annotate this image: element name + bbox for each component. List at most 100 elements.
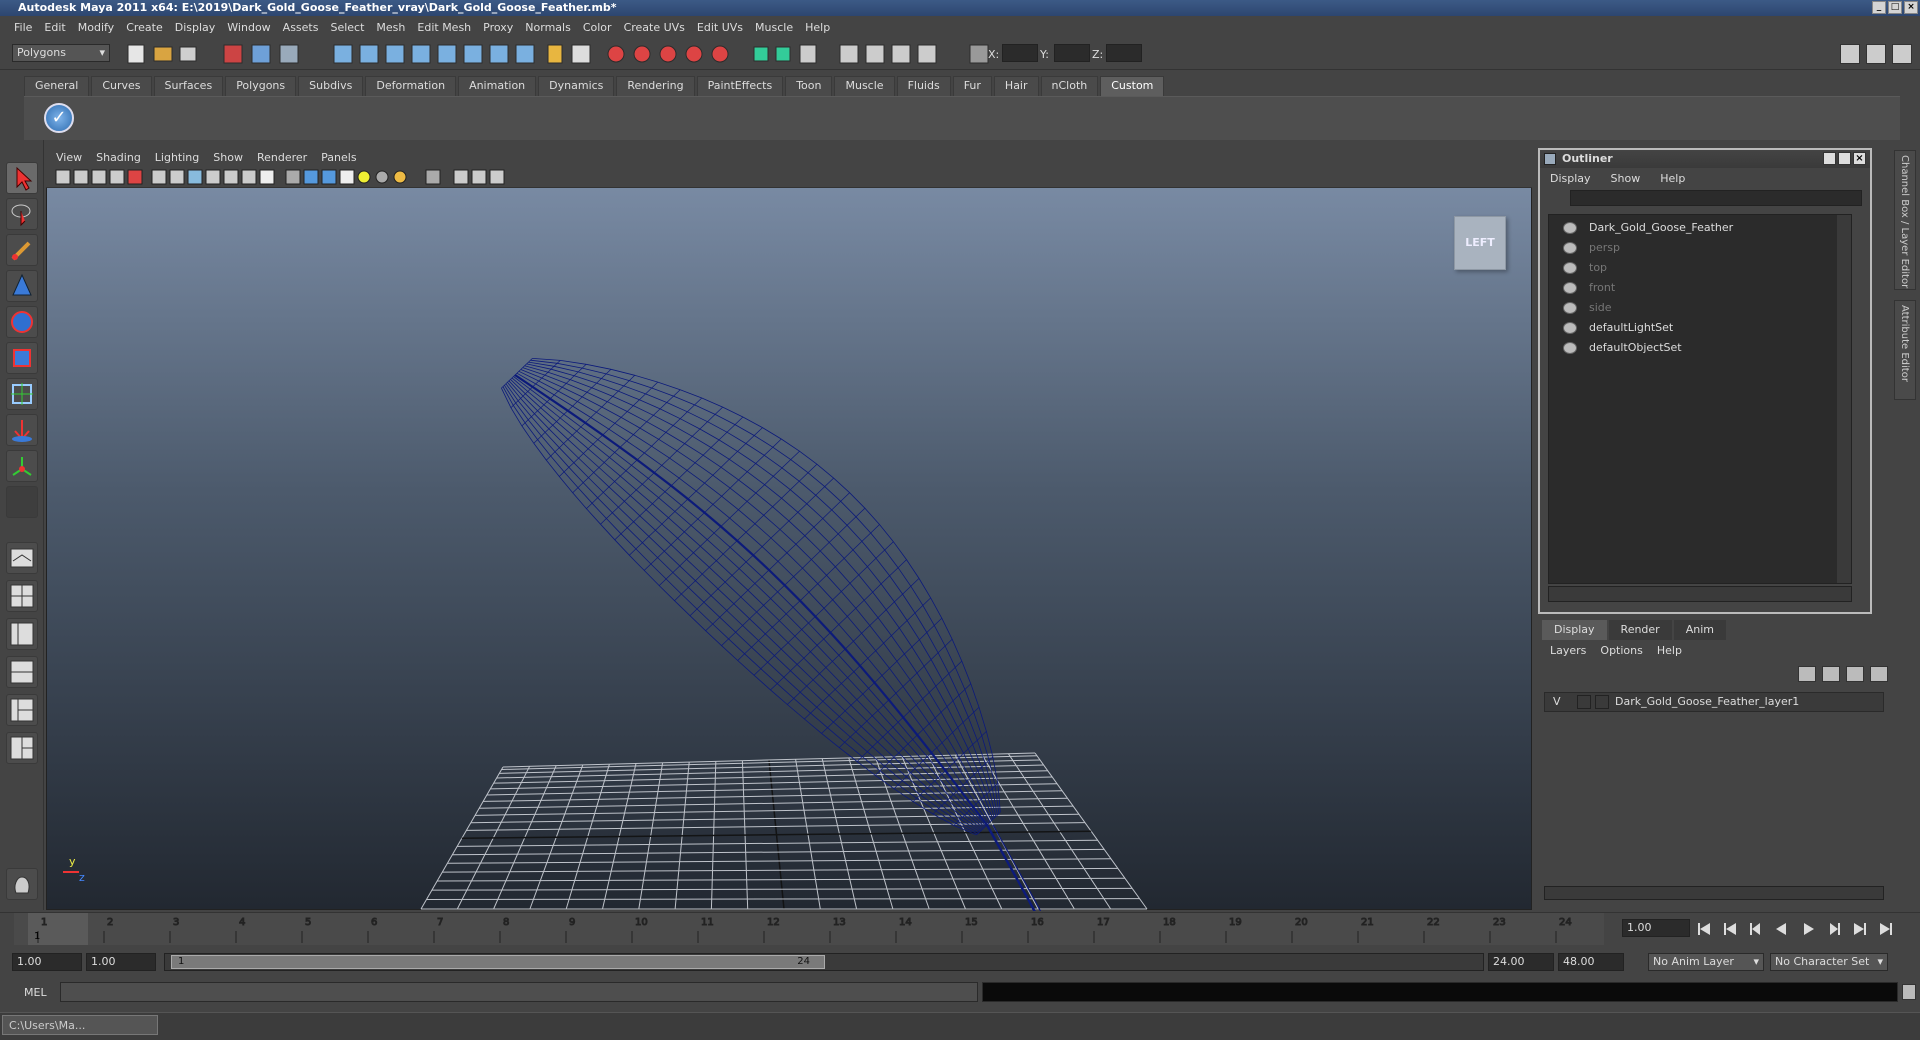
tab-dynamics[interactable]: Dynamics (538, 76, 615, 96)
perspective-viewport[interactable]: y z (46, 148, 1533, 911)
menu-assets[interactable]: Assets (277, 21, 325, 34)
layers-menu-layers[interactable]: Layers (1550, 644, 1586, 657)
menu-mesh[interactable]: Mesh (370, 21, 411, 34)
layer-type-toggle[interactable] (1577, 695, 1591, 709)
tab-subdivs[interactable]: Subdivs (298, 76, 364, 96)
time-slider[interactable]: 1 2 3 4 5 6 7 8 9 10 11 12 13 14 15 16 17 18 19 20 21 22 23 24 … (0, 912, 1920, 945)
playback-start-field[interactable]: 1.00 (86, 953, 156, 971)
playback-end-field[interactable]: 24.00 (1488, 953, 1554, 971)
tab-polygons[interactable]: Polygons (225, 76, 297, 96)
menu-set-dropdown[interactable]: Polygons ▾ (12, 44, 110, 62)
mel-label[interactable]: MEL (24, 986, 47, 999)
paint-select-tool-icon[interactable] (6, 234, 38, 266)
menu-edit[interactable]: Edit (38, 21, 71, 34)
soft-modification-icon[interactable] (6, 414, 38, 446)
menu-edit-mesh[interactable]: Edit Mesh (411, 21, 477, 34)
layer-visibility-toggle[interactable]: V (1553, 693, 1561, 711)
tab-deformation[interactable]: Deformation (365, 76, 457, 96)
tab-anim-layers[interactable]: Anim (1673, 620, 1726, 640)
move-layer-up-icon[interactable] (1846, 666, 1864, 682)
menu-color[interactable]: Color (577, 21, 618, 34)
channel-box-toggle-icon[interactable] (1840, 44, 1860, 64)
tool-settings-toggle-icon[interactable] (1892, 44, 1912, 64)
outliner-menu-help[interactable]: Help (1660, 172, 1685, 185)
outliner-menu-display[interactable]: Display (1550, 172, 1591, 185)
menu-muscle[interactable]: Muscle (749, 21, 799, 34)
tab-ncloth[interactable]: nCloth (1040, 76, 1099, 96)
tab-surfaces[interactable]: Surfaces (153, 76, 224, 96)
animation-start-field[interactable]: 1.00 (12, 953, 82, 971)
outliner-persp-layout-icon[interactable] (6, 618, 38, 650)
menu-window[interactable]: Window (221, 21, 276, 34)
outliner-menu-show[interactable]: Show (1611, 172, 1641, 185)
time-slider-ruler[interactable]: 1 2 3 4 5 6 7 8 9 10 11 12 13 14 15 16 17 18 19 20 21 22 23 24 (0, 913, 1610, 945)
gesture-hand-icon[interactable] (6, 868, 38, 900)
list-item[interactable]: persp (1563, 239, 1620, 257)
list-item[interactable]: defaultLightSet (1563, 319, 1673, 337)
tab-fur[interactable]: Fur (952, 76, 992, 96)
layer-color-swatch[interactable] (1595, 695, 1609, 709)
menu-edit-uvs[interactable]: Edit UVs (691, 21, 749, 34)
y-input[interactable] (1054, 44, 1090, 62)
move-tool-icon[interactable] (6, 270, 38, 302)
layer-editor-scrollbar[interactable] (1544, 886, 1884, 900)
minimized-window[interactable]: C:\Users\Ma... (2, 1015, 158, 1035)
viewport-menu-lighting[interactable]: Lighting (155, 151, 199, 164)
minimize-button[interactable]: _ (1872, 1, 1886, 14)
tab-painteffects[interactable]: PaintEffects (696, 76, 784, 96)
anim-layer-dropdown[interactable]: No Anim Layer ▾ (1648, 953, 1764, 971)
checkmark-icon[interactable]: ✓ (44, 103, 74, 133)
list-item[interactable]: Dark_Gold_Goose_Feather (1563, 219, 1733, 237)
universal-manipulator-icon[interactable] (6, 378, 38, 410)
layers-menu-options[interactable]: Options (1600, 644, 1642, 657)
list-item[interactable]: top (1563, 259, 1607, 277)
new-layer-from-selection-icon[interactable] (1822, 666, 1840, 682)
viewport-menu-shading[interactable]: Shading (96, 151, 141, 164)
graph-persp-layout-icon[interactable] (6, 656, 38, 688)
list-item[interactable]: defaultObjectSet (1563, 339, 1682, 357)
mel-command-input[interactable] (60, 982, 978, 1002)
close-button[interactable]: × (1904, 1, 1918, 14)
tab-animation[interactable]: Animation (458, 76, 537, 96)
viewport-menu-panels[interactable]: Panels (321, 151, 356, 164)
current-time-field[interactable]: 1.00 (1622, 919, 1690, 937)
menu-create[interactable]: Create (120, 21, 169, 34)
move-layer-down-icon[interactable] (1870, 666, 1888, 682)
maximize-button[interactable]: □ (1888, 1, 1902, 14)
menu-select[interactable]: Select (324, 21, 370, 34)
viewport-toolbar-icons[interactable] (46, 166, 606, 188)
hypershade-layout-icon[interactable] (6, 694, 38, 726)
single-pane-layout-icon[interactable] (6, 542, 38, 574)
outliner-filter-input[interactable] (1570, 190, 1862, 206)
four-pane-layout-icon[interactable] (6, 580, 38, 612)
select-tool-icon[interactable] (6, 162, 38, 194)
range-slider-handle[interactable]: 1 24 (171, 955, 825, 969)
custom-layout-icon[interactable] (6, 732, 38, 764)
rotate-tool-icon[interactable] (6, 306, 38, 338)
tab-muscle[interactable]: Muscle (834, 76, 895, 96)
tab-fluids[interactable]: Fluids (896, 76, 951, 96)
tab-toon[interactable]: Toon (785, 76, 833, 96)
tab-general[interactable]: General (24, 76, 90, 96)
list-item[interactable]: side (1563, 299, 1612, 317)
tab-display-layers[interactable]: Display (1542, 620, 1607, 640)
tab-hair[interactable]: Hair (993, 76, 1039, 96)
tab-custom[interactable]: Custom (1100, 76, 1165, 96)
menu-display[interactable]: Display (169, 21, 222, 34)
attribute-editor-toggle-icon[interactable] (1866, 44, 1886, 64)
character-set-dropdown[interactable]: No Character Set ▾ (1770, 953, 1888, 971)
scene-canvas[interactable] (47, 149, 1533, 911)
list-item[interactable]: front (1563, 279, 1615, 297)
show-manipulator-icon[interactable] (6, 450, 38, 482)
minimize-icon[interactable] (1823, 152, 1836, 165)
range-slider-track[interactable]: 1 24 (164, 953, 1484, 971)
tab-rendering[interactable]: Rendering (616, 76, 695, 96)
close-icon[interactable]: × (1853, 152, 1866, 165)
channel-box-side-tab[interactable]: Channel Box / Layer Editor (1894, 150, 1916, 290)
script-editor-icon[interactable] (1902, 984, 1916, 1000)
viewport-menu-view[interactable]: View (56, 151, 82, 164)
tab-render-layers[interactable]: Render (1608, 620, 1672, 640)
lasso-tool-icon[interactable] (6, 198, 38, 230)
viewport-menu-show[interactable]: Show (213, 151, 243, 164)
view-cube[interactable]: LEFT (1454, 216, 1506, 270)
